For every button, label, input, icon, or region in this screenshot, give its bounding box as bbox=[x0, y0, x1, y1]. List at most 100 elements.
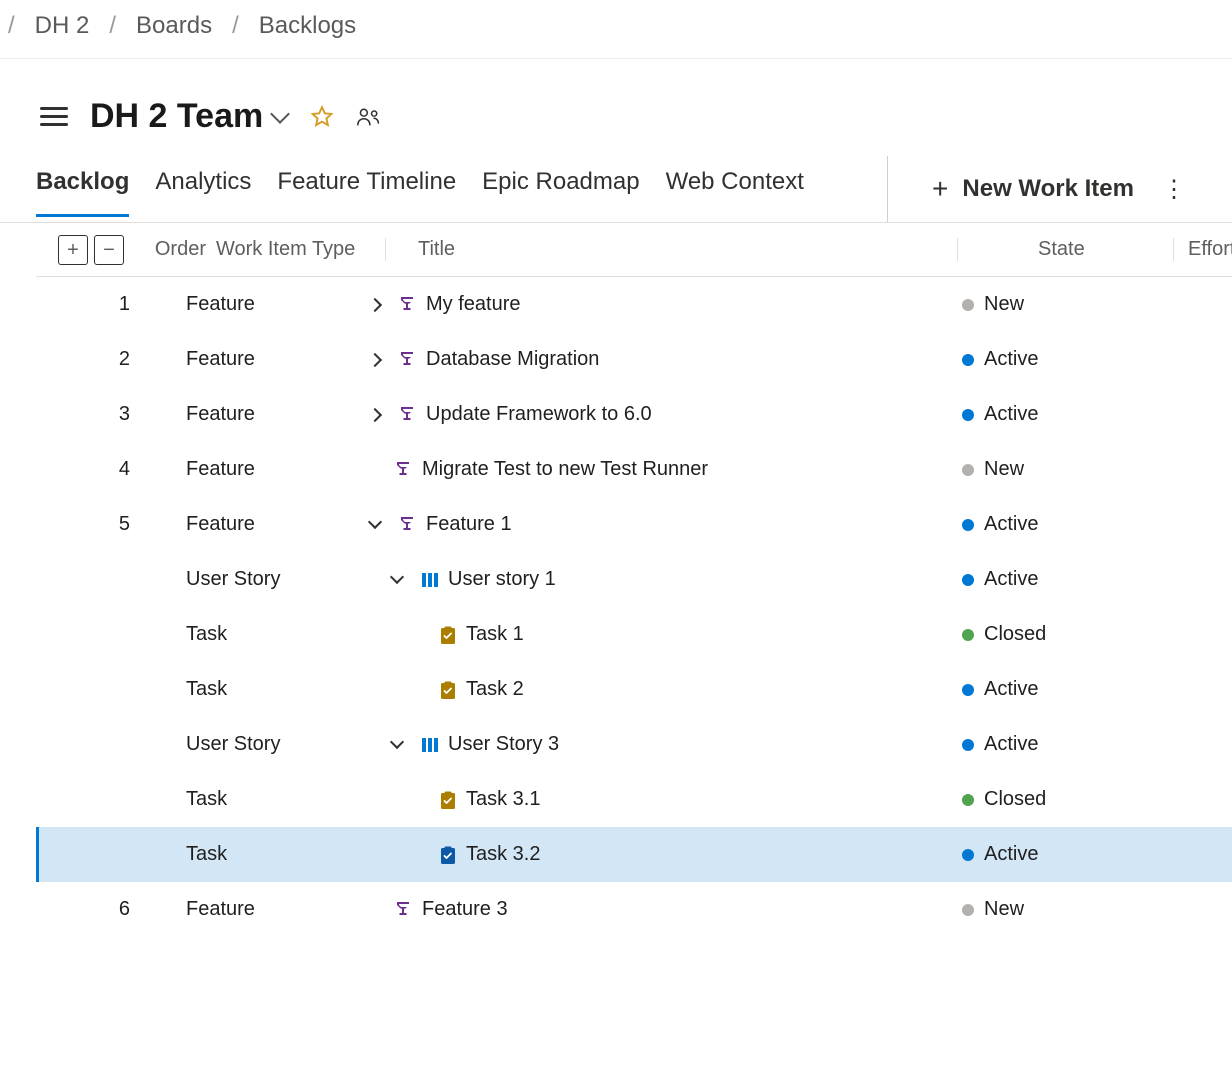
cell-type: Feature bbox=[186, 458, 356, 481]
state-label: New bbox=[984, 458, 1024, 481]
expand-all-button[interactable]: + bbox=[58, 235, 88, 265]
trophy-icon bbox=[398, 350, 418, 370]
breadcrumb-sep: / bbox=[8, 12, 15, 40]
work-item-title[interactable]: My feature bbox=[426, 293, 520, 316]
chevron-right-icon[interactable] bbox=[364, 404, 386, 426]
table-row[interactable]: 5FeatureFeature 1Active bbox=[36, 497, 1232, 552]
cell-title: User Story 3 bbox=[356, 733, 958, 756]
breadcrumb-item[interactable]: DH 2 bbox=[35, 12, 90, 40]
people-icon[interactable] bbox=[357, 107, 381, 127]
trophy-icon bbox=[398, 295, 418, 315]
work-item-title[interactable]: Task 1 bbox=[466, 623, 524, 646]
state-dot-icon bbox=[962, 354, 974, 366]
book-icon bbox=[420, 735, 440, 755]
hamburger-icon[interactable] bbox=[40, 107, 68, 126]
work-item-title[interactable]: User Story 3 bbox=[448, 733, 559, 756]
tab-feature-timeline[interactable]: Feature Timeline bbox=[277, 162, 456, 217]
breadcrumb-item[interactable]: Backlogs bbox=[259, 12, 356, 40]
state-label: Active bbox=[984, 843, 1038, 866]
tab-epic-roadmap[interactable]: Epic Roadmap bbox=[482, 162, 639, 217]
state-dot-icon bbox=[962, 684, 974, 696]
table-body: 1FeatureMy featureNew 2 Feature Database Mi… bbox=[36, 277, 1232, 937]
state-dot-icon bbox=[962, 849, 974, 861]
trophy-icon bbox=[398, 405, 418, 425]
column-header-order[interactable]: Order bbox=[138, 238, 216, 261]
chevron-down-icon[interactable] bbox=[386, 734, 408, 756]
work-item-title[interactable]: Task 3.1 bbox=[466, 788, 540, 811]
table-row[interactable]: TaskTask 3.1Closed bbox=[36, 772, 1232, 827]
cell-state: New bbox=[958, 898, 1174, 921]
cell-order: 2 bbox=[36, 348, 186, 371]
cell-state: Active bbox=[958, 348, 1174, 371]
clipboard-check-icon bbox=[438, 845, 458, 865]
column-header-effort[interactable]: Effort bbox=[1174, 238, 1232, 261]
work-item-title[interactable]: Update Framework to 6.0 bbox=[426, 403, 652, 426]
tab-backlog[interactable]: Backlog bbox=[36, 162, 129, 217]
chevron-right-icon[interactable] bbox=[364, 349, 386, 371]
work-item-title[interactable]: User story 1 bbox=[448, 568, 556, 591]
cell-title: Migrate Test to new Test Runner bbox=[356, 458, 958, 481]
cell-state: Closed bbox=[958, 623, 1174, 646]
chevron-right-icon[interactable] bbox=[364, 294, 386, 316]
breadcrumb-item[interactable]: Boards bbox=[136, 12, 212, 40]
new-work-item-label: New Work Item bbox=[962, 175, 1134, 203]
work-item-title[interactable]: Feature 3 bbox=[422, 898, 508, 921]
cell-state: Active bbox=[958, 843, 1174, 866]
table-row[interactable]: Task Task 2 Active bbox=[36, 662, 1232, 717]
cell-order: 3 bbox=[36, 403, 186, 426]
cell-title: Update Framework to 6.0 bbox=[356, 403, 958, 426]
column-header-state[interactable]: State bbox=[958, 238, 1174, 261]
state-dot-icon bbox=[962, 629, 974, 641]
cell-state: Active bbox=[958, 733, 1174, 756]
column-header-title[interactable]: Title bbox=[386, 238, 958, 261]
cell-order: 6 bbox=[36, 898, 186, 921]
state-dot-icon bbox=[962, 574, 974, 586]
work-item-title[interactable]: Migrate Test to new Test Runner bbox=[422, 458, 708, 481]
table-row[interactable]: TaskTask 3.2Active bbox=[36, 827, 1232, 882]
table-row[interactable]: 1FeatureMy featureNew bbox=[36, 277, 1232, 332]
cell-type: Task bbox=[186, 678, 356, 701]
trophy-icon bbox=[394, 900, 414, 920]
cell-state: Active bbox=[958, 568, 1174, 591]
table-row[interactable]: 2FeatureDatabase MigrationActive bbox=[36, 332, 1232, 387]
table-row[interactable]: 6FeatureFeature 3New bbox=[36, 882, 1232, 937]
state-label: Active bbox=[984, 733, 1038, 756]
breadcrumb: / DH 2 / Boards / Backlogs bbox=[0, 0, 1232, 59]
table-row[interactable]: TaskTask 1Closed bbox=[36, 607, 1232, 662]
state-label: Closed bbox=[984, 788, 1046, 811]
clipboard-check-icon bbox=[438, 625, 458, 645]
state-label: Active bbox=[984, 568, 1038, 591]
trophy-icon bbox=[394, 460, 414, 480]
cell-title: Feature 1 bbox=[356, 513, 958, 536]
new-work-item-button[interactable]: + New Work Item bbox=[932, 175, 1134, 203]
table-row[interactable]: 4FeatureMigrate Test to new Test RunnerN… bbox=[36, 442, 1232, 497]
chevron-down-icon[interactable] bbox=[364, 514, 386, 536]
plus-icon: + bbox=[932, 175, 948, 203]
pivot-bar: Backlog Analytics Feature Timeline Epic Roa… bbox=[0, 156, 1232, 223]
work-item-title[interactable]: Task 2 bbox=[466, 678, 524, 701]
tab-analytics[interactable]: Analytics bbox=[155, 162, 251, 217]
tab-web-context[interactable]: Web Context bbox=[666, 162, 804, 217]
table-row[interactable]: 3Feature Update Framework to 6.0 Active bbox=[36, 387, 1232, 442]
more-actions-icon[interactable]: ⋮ bbox=[1152, 175, 1196, 204]
cell-type: Feature bbox=[186, 403, 356, 426]
favorite-star-icon[interactable] bbox=[309, 104, 335, 130]
collapse-all-button[interactable]: − bbox=[94, 235, 124, 265]
cell-state: New bbox=[958, 458, 1174, 481]
column-header-type[interactable]: Work Item Type bbox=[216, 238, 386, 261]
cell-state: Closed bbox=[958, 788, 1174, 811]
table-header: + − Order Work Item Type Title State Eff… bbox=[36, 223, 1232, 277]
cell-state: Active bbox=[958, 513, 1174, 536]
work-item-title[interactable]: Task 3.2 bbox=[466, 843, 540, 866]
chevron-down-icon[interactable] bbox=[386, 569, 408, 591]
cell-state: Active bbox=[958, 403, 1174, 426]
table-row[interactable]: User StoryUser Story 3Active bbox=[36, 717, 1232, 772]
state-label: Active bbox=[984, 678, 1038, 701]
table-row[interactable]: User StoryUser story 1Active bbox=[36, 552, 1232, 607]
state-dot-icon bbox=[962, 794, 974, 806]
work-item-title[interactable]: Database Migration bbox=[426, 348, 599, 371]
state-dot-icon bbox=[962, 299, 974, 311]
cell-title: User story 1 bbox=[356, 568, 958, 591]
team-picker[interactable]: DH 2 Team bbox=[90, 97, 287, 136]
work-item-title[interactable]: Feature 1 bbox=[426, 513, 512, 536]
